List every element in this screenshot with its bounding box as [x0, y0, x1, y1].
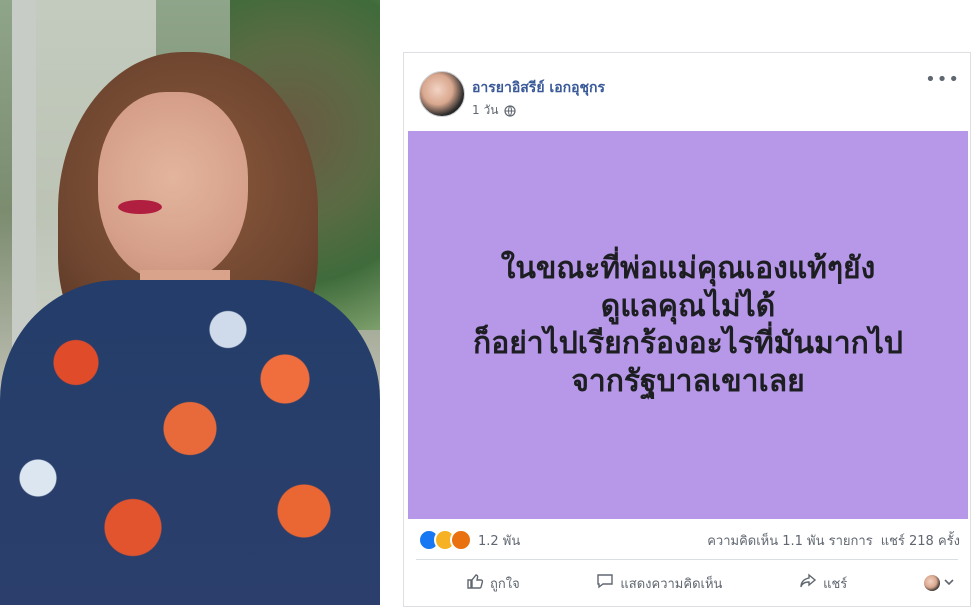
author-name[interactable]: อารยาอิสรีย์ เอกอุชุกร — [472, 77, 605, 99]
post-background: ในขณะที่พ่อแม่คุณเองแท้ๆยัง ดูแลคุณไม่ได… — [408, 131, 968, 519]
photo-lips — [118, 200, 162, 214]
like-outline-icon — [466, 572, 484, 594]
angry-icon — [450, 529, 472, 551]
post-text-line: จากรัฐบาลเขาเลย — [571, 363, 805, 399]
globe-icon — [504, 104, 516, 117]
counts-right: ความคิดเห็น 1.1 พัน รายการ แชร์ 218 ครั้… — [707, 530, 960, 551]
post-text: ในขณะที่พ่อแม่คุณเองแท้ๆยัง ดูแลคุณไม่ได… — [408, 131, 968, 519]
post-meta: 1 วัน — [472, 101, 516, 120]
comment-icon — [596, 572, 614, 594]
post-text-line: ในขณะที่พ่อแม่คุณเองแท้ๆยัง — [500, 251, 876, 286]
reaction-icons — [418, 529, 472, 551]
reactions-summary[interactable]: 1.2 พัน — [418, 529, 520, 551]
viewer-avatar — [923, 575, 940, 591]
comment-button[interactable]: แสดงความคิดเห็น — [596, 572, 722, 594]
post-header: อารยาอิสรีย์ เอกอุชุกร 1 วัน ••• — [404, 53, 970, 131]
share-count[interactable]: แชร์ 218 ครั้ง — [881, 530, 960, 551]
post-text-line: ดูแลคุณไม่ได้ — [600, 288, 776, 324]
more-icon[interactable]: ••• — [925, 69, 960, 90]
profile-photo — [0, 0, 380, 605]
reactions-total: 1.2 พัน — [478, 533, 521, 549]
post-text-line: ก็อย่าไปเรียกร้องอะไรที่มันมากไป — [473, 326, 903, 361]
share-label: แชร์ — [823, 576, 848, 592]
chevron-down-icon — [944, 576, 954, 591]
photo-dress — [0, 280, 380, 605]
photo-face — [98, 92, 248, 282]
like-label: ถูกใจ — [490, 576, 520, 592]
engagement-counts: 1.2 พัน ความคิดเห็น 1.1 พัน รายการ แชร์ … — [404, 525, 970, 555]
author-avatar[interactable] — [419, 71, 465, 117]
comment-label: แสดงความคิดเห็น — [620, 576, 723, 592]
like-button[interactable]: ถูกใจ — [466, 572, 520, 594]
comment-count[interactable]: ความคิดเห็น 1.1 พัน รายการ — [707, 530, 872, 551]
share-icon — [799, 572, 817, 594]
post-card: อารยาอิสรีย์ เอกอุชุกร 1 วัน ••• ในขณะที… — [403, 52, 971, 607]
audience-selector[interactable] — [923, 575, 954, 591]
post-actions: ถูกใจ แสดงความคิดเห็น แชร์ — [404, 563, 970, 603]
post-time[interactable]: 1 วัน — [472, 101, 498, 120]
share-button[interactable]: แชร์ — [799, 572, 847, 594]
actions-divider — [416, 559, 958, 560]
